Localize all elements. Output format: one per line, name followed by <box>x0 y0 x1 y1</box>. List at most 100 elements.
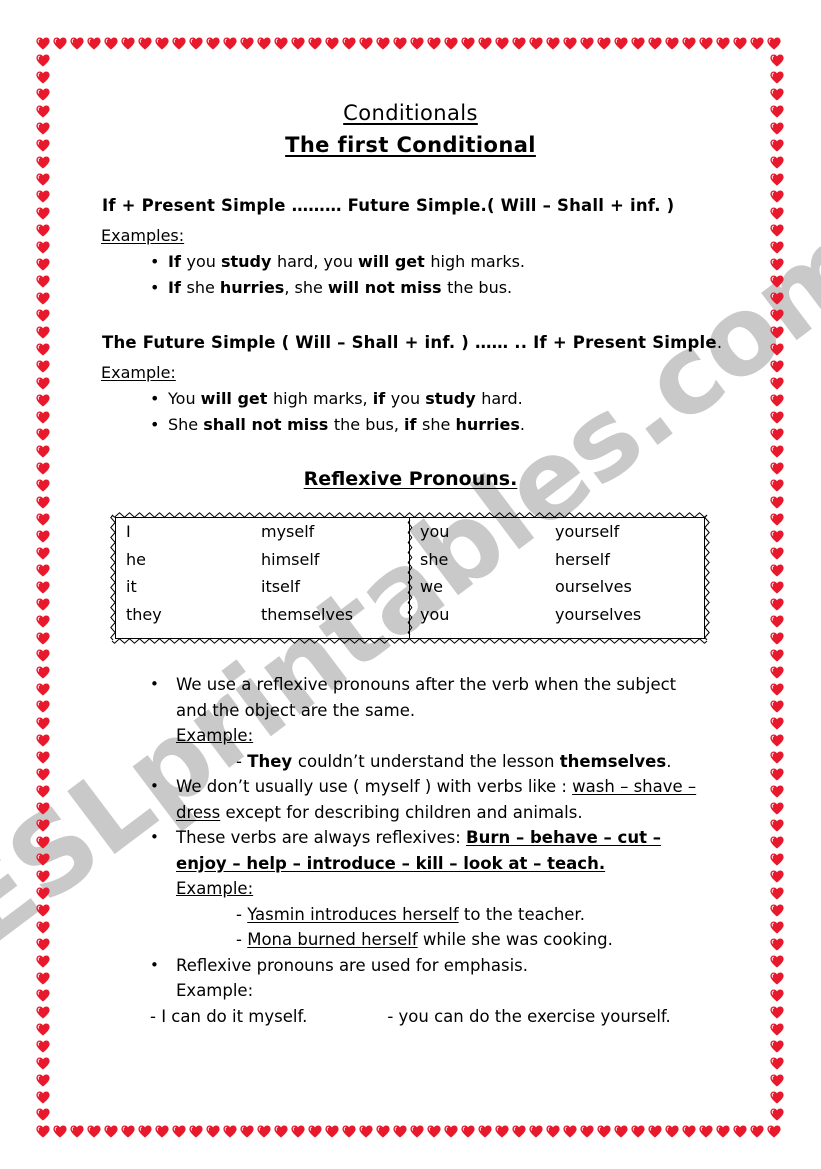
heart-icon <box>769 324 786 341</box>
heart-icon <box>715 35 732 52</box>
heart-icon <box>35 477 52 494</box>
heart-icon <box>52 1123 69 1140</box>
right-pronoun-1: she <box>420 549 449 569</box>
right-pronoun-0: you <box>420 522 450 541</box>
heart-icon <box>35 749 52 766</box>
heart-icon <box>273 1123 290 1140</box>
heart-icon <box>35 1072 52 1089</box>
note3-exa-seg-1: Yasmin introduces herself <box>247 904 459 924</box>
heart-icon <box>769 681 786 698</box>
note-3-example-b: - Mona burned herself while she was cook… <box>236 927 770 953</box>
heart-icon <box>545 1123 562 1140</box>
heart-icon <box>35 86 52 103</box>
heart-icon <box>562 35 579 52</box>
page-title: Conditionals <box>0 101 821 125</box>
heart-icon <box>188 1123 205 1140</box>
heart-icon <box>188 35 205 52</box>
heart-icon <box>154 1123 171 1140</box>
rule1-part2: Future Simple.( Will – Shall + inf. ) <box>347 196 675 215</box>
left-reflexive-3: themselves <box>261 604 354 624</box>
right-reflexive-0: yourself <box>555 522 620 541</box>
note3-exb-seg-0: - <box>236 930 248 949</box>
heart-icon <box>769 290 786 307</box>
examples-label-1: Examples: <box>101 226 184 245</box>
heart-icon <box>769 409 786 426</box>
table-right-half: you yourself she herself we ourselves you yours… <box>410 518 704 638</box>
heart-icon <box>409 1123 426 1140</box>
example-label-2-text: Example: <box>101 363 176 382</box>
heart-icon <box>35 273 52 290</box>
heart-icon <box>137 1123 154 1140</box>
heart-icon <box>35 358 52 375</box>
heart-icon <box>769 375 786 392</box>
table-row: she herself <box>410 550 704 578</box>
heart-icon <box>35 851 52 868</box>
left-pronoun-0: I <box>126 522 131 541</box>
heart-icon <box>769 800 786 817</box>
heart-icon <box>35 511 52 528</box>
heart-icon <box>35 290 52 307</box>
heart-icon <box>307 35 324 52</box>
left-pronoun-3: they <box>126 604 162 624</box>
heart-icon <box>596 1123 613 1140</box>
bullet-dot: • <box>150 278 160 297</box>
table-row: they themselves <box>116 605 409 633</box>
note-3-example-label: Example: <box>176 879 254 898</box>
note-3-example-a: - Yasmin introduces herself to the teach… <box>236 902 770 928</box>
heart-icon <box>562 1123 579 1140</box>
example-20-seg-1: will get <box>200 389 273 408</box>
heart-border-right <box>769 52 786 1123</box>
heart-icon <box>494 35 511 52</box>
heart-icon <box>35 460 52 477</box>
heart-icon <box>579 1123 596 1140</box>
heart-icon <box>769 630 786 647</box>
heart-icon <box>35 375 52 392</box>
heart-icon <box>35 494 52 511</box>
heart-icon <box>769 426 786 443</box>
heart-icon <box>579 35 596 52</box>
note-item-3: • These verbs are always reflexives: Bur… <box>150 825 770 953</box>
heart-icon <box>647 35 664 52</box>
note-2-line2: dress except for describing children and… <box>176 800 770 826</box>
heart-icon <box>769 528 786 545</box>
heart-icon <box>35 256 52 273</box>
heart-icon <box>35 1004 52 1021</box>
heart-icon <box>35 426 52 443</box>
reflexive-pronouns-table: Imyself he himself it itself they themselves y… <box>110 512 710 644</box>
heart-icon <box>596 35 613 52</box>
heart-icon <box>205 35 222 52</box>
example-10-seg-3: hard, you <box>276 252 359 271</box>
page-subtitle: The first Conditional <box>0 133 821 157</box>
heart-icon <box>35 154 52 171</box>
heart-icon <box>103 35 120 52</box>
heart-icon <box>545 35 562 52</box>
heart-icon <box>769 341 786 358</box>
note-3-line2: enjoy – help – introduce – kill – look a… <box>176 851 770 877</box>
heart-icon <box>769 52 786 69</box>
heart-icon <box>35 103 52 120</box>
final-example-right: - you can do the exercise yourself. <box>387 1006 671 1026</box>
heart-icon <box>769 239 786 256</box>
example-20-seg-2: high marks, <box>273 389 373 408</box>
reflexive-pronouns-heading-text: Reflexive Pronouns. <box>303 468 518 490</box>
heart-icon <box>35 698 52 715</box>
heart-icon <box>35 528 52 545</box>
heart-icon <box>698 35 715 52</box>
example-21-seg-5: hurries <box>455 415 520 434</box>
example-11-seg-3: , she <box>284 278 328 297</box>
heart-icon <box>35 171 52 188</box>
example-20-seg-5: study <box>425 389 482 408</box>
heart-icon <box>35 936 52 953</box>
heart-icon <box>341 35 358 52</box>
heart-icon <box>290 35 307 52</box>
rule1-dots: ……… <box>285 196 348 215</box>
heart-icon <box>426 1123 443 1140</box>
heart-icon <box>511 35 528 52</box>
heart-icon <box>664 1123 681 1140</box>
heart-icon <box>35 188 52 205</box>
heart-icon <box>35 52 52 69</box>
example-10-seg-5: high marks. <box>430 252 525 271</box>
left-pronoun-2: it <box>126 577 137 596</box>
heart-icon <box>769 154 786 171</box>
example-item-2a: • You will get high marks, if you study … <box>150 389 523 408</box>
